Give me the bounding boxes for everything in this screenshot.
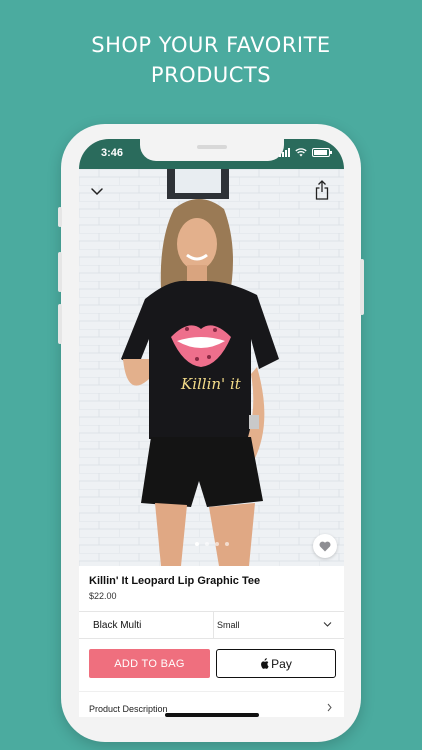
product-title: Killin' It Leopard Lip Graphic Tee xyxy=(89,575,261,587)
apple-pay-button[interactable]: Pay xyxy=(216,649,336,678)
phone-volume-down xyxy=(58,304,62,344)
marketing-headline: SHOP YOUR FAVORITE PRODUCTS xyxy=(0,30,422,90)
size-value: Small xyxy=(217,620,240,630)
pagination-dot[interactable] xyxy=(205,542,209,546)
phone-volume-up xyxy=(58,252,62,292)
apple-pay-label: Pay xyxy=(271,656,292,671)
wifi-icon xyxy=(295,148,307,157)
chevron-right-icon xyxy=(327,703,332,712)
status-time: 3:46 xyxy=(101,147,124,159)
chevron-down-icon xyxy=(323,622,332,627)
favorite-button[interactable] xyxy=(313,534,337,558)
color-option[interactable]: Black Multi xyxy=(93,620,141,631)
phone-power-button xyxy=(360,259,364,315)
add-to-bag-button[interactable]: ADD TO BAG xyxy=(89,649,210,678)
battery-icon xyxy=(312,148,332,157)
headline-line-1: SHOP YOUR FAVORITE xyxy=(91,33,331,57)
product-photo-illustration: Killin' it xyxy=(79,169,344,566)
collapse-chevron-icon[interactable] xyxy=(89,184,105,198)
status-icons xyxy=(279,148,332,157)
product-description-label: Product Description xyxy=(89,704,168,714)
home-indicator[interactable] xyxy=(165,713,259,717)
signal-icon xyxy=(279,148,290,157)
product-price: $22.00 xyxy=(89,591,117,601)
phone-notch xyxy=(140,139,284,161)
image-pagination-dots xyxy=(195,542,229,546)
pagination-dot[interactable] xyxy=(225,542,229,546)
size-select[interactable]: Small xyxy=(213,612,344,638)
product-image[interactable]: Killin' it xyxy=(79,169,344,566)
pagination-dot[interactable] xyxy=(195,542,199,546)
phone-mute-switch xyxy=(58,207,62,227)
app-screen: 3:46 Killin' it Killin' It Leopard Lip G… xyxy=(79,139,344,717)
status-bar: 3:46 xyxy=(79,139,344,169)
heart-icon xyxy=(319,541,331,551)
headline-line-2: PRODUCTS xyxy=(150,63,272,87)
variant-selector-row: Black Multi Small xyxy=(79,611,344,639)
apple-logo-icon xyxy=(261,658,269,669)
shirt-graphic-text: Killin' it xyxy=(180,375,242,393)
share-icon[interactable] xyxy=(314,179,330,201)
pagination-dot[interactable] xyxy=(215,542,219,546)
